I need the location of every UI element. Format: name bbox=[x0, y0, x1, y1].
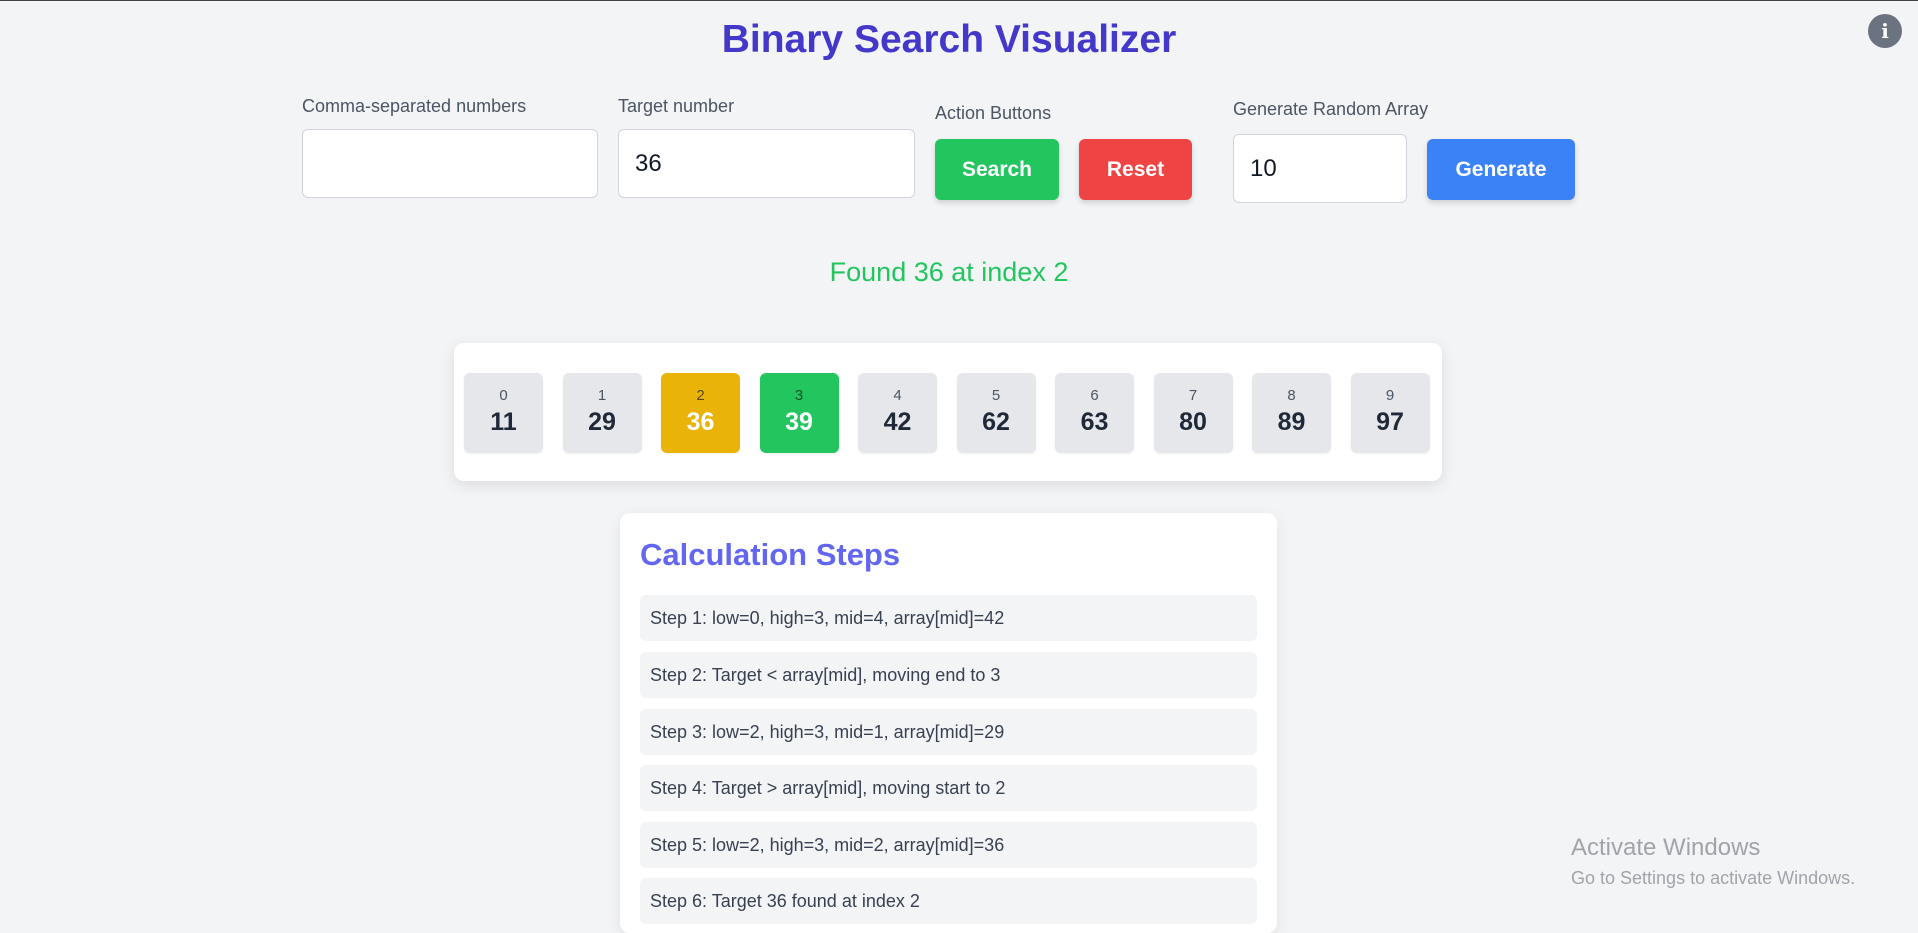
reset-button[interactable]: Reset bbox=[1079, 139, 1192, 200]
array-cell-value: 36 bbox=[686, 408, 715, 436]
search-button[interactable]: Search bbox=[935, 139, 1059, 200]
array-cell-2: 2 36 bbox=[661, 373, 740, 453]
array-cell-index: 1 bbox=[597, 387, 607, 404]
step-item: Step 1: low=0, high=3, mid=4, array[mid]… bbox=[640, 595, 1257, 641]
generate-button[interactable]: Generate bbox=[1427, 139, 1575, 200]
array-cell-index: 9 bbox=[1385, 387, 1395, 404]
array-cell-5: 5 62 bbox=[956, 373, 1036, 453]
step-item: Step 4: Target > array[mid], moving star… bbox=[640, 765, 1257, 811]
array-cell-value: 63 bbox=[1080, 408, 1109, 436]
array-cell-0: 0 11 bbox=[464, 373, 543, 453]
array-cell-9: 9 97 bbox=[1350, 373, 1430, 453]
array-cell-value: 42 bbox=[883, 408, 912, 436]
activate-windows-subtitle: Go to Settings to activate Windows. bbox=[1571, 868, 1856, 888]
array-display: 0 11 1 29 2 36 3 39 4 42 5 62 6 63 7 80 8 89 9 97 bbox=[454, 343, 1442, 481]
array-cell-7: 7 80 bbox=[1153, 373, 1233, 453]
array-cell-index: 6 bbox=[1090, 387, 1099, 404]
array-cell-1: 1 29 bbox=[562, 373, 642, 453]
step-item: Step 3: low=2, high=3, mid=1, array[mid]… bbox=[640, 709, 1257, 755]
array-size-input[interactable] bbox=[1233, 134, 1407, 203]
array-cell-index: 2 bbox=[696, 387, 705, 404]
array-cell-value: 39 bbox=[785, 408, 813, 436]
array-cell-index: 7 bbox=[1188, 387, 1198, 404]
info-icon[interactable]: i bbox=[1868, 14, 1902, 48]
array-cell-value: 89 bbox=[1277, 408, 1306, 436]
steps-title: Calculation Steps bbox=[640, 537, 901, 572]
array-cell-index: 5 bbox=[991, 387, 1001, 404]
page-title: Binary Search Visualizer bbox=[721, 18, 1177, 61]
step-item: Step 5: low=2, high=3, mid=2, array[mid]… bbox=[640, 822, 1257, 868]
array-cell-4: 4 42 bbox=[858, 373, 937, 453]
array-cell-value: 29 bbox=[588, 408, 616, 436]
action-buttons-label: Action Buttons bbox=[935, 103, 1052, 123]
array-cell-value: 97 bbox=[1376, 408, 1404, 436]
search-result-status: Found 36 at index 2 bbox=[829, 257, 1069, 287]
step-item: Step 6: Target 36 found at index 2 bbox=[640, 878, 1257, 924]
array-cell-6: 6 63 bbox=[1055, 373, 1134, 453]
array-cell-value: 62 bbox=[982, 408, 1010, 436]
array-cell-8: 8 89 bbox=[1252, 373, 1331, 453]
array-cell-index: 0 bbox=[499, 387, 508, 404]
target-input[interactable] bbox=[618, 129, 915, 198]
array-cell-index: 4 bbox=[893, 387, 902, 404]
array-cell-3: 3 39 bbox=[759, 373, 839, 453]
array-cell-index: 3 bbox=[794, 387, 804, 404]
array-cell-value: 11 bbox=[490, 408, 517, 436]
activate-windows-title: Activate Windows bbox=[1571, 834, 1761, 861]
numbers-input[interactable] bbox=[302, 129, 598, 198]
array-cell-index: 8 bbox=[1287, 387, 1296, 404]
calculation-steps-panel: Calculation Steps Step 1: low=0, high=3,… bbox=[620, 513, 1277, 933]
generate-random-label: Generate Random Array bbox=[1233, 99, 1429, 119]
target-label: Target number bbox=[618, 96, 735, 116]
numbers-label: Comma-separated numbers bbox=[302, 96, 527, 116]
array-cell-value: 80 bbox=[1179, 408, 1207, 436]
step-item: Step 2: Target < array[mid], moving end … bbox=[640, 652, 1257, 698]
